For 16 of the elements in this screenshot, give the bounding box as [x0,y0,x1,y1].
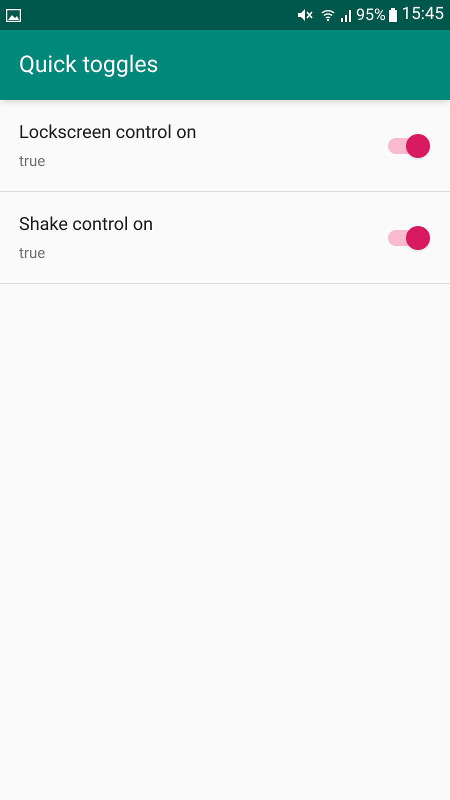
setting-title: Shake control on [19,212,154,237]
mute-icon [296,8,313,22]
wifi-icon [320,8,335,22]
toggle-switch[interactable] [386,224,430,250]
battery-icon [388,8,397,22]
battery-percent: 95% [356,4,386,26]
settings-row[interactable]: Lockscreen control on true [0,100,450,192]
setting-summary: true [19,150,46,172]
setting-summary: true [19,242,46,264]
signal-icon [340,8,353,22]
setting-title: Lockscreen control on [19,120,198,145]
settings-row[interactable]: Shake control on true [0,192,450,284]
image-icon [6,8,21,22]
toggle-switch[interactable] [386,132,430,158]
app-title: Quick toggles [19,50,158,80]
clock: 15:45 [402,3,444,26]
